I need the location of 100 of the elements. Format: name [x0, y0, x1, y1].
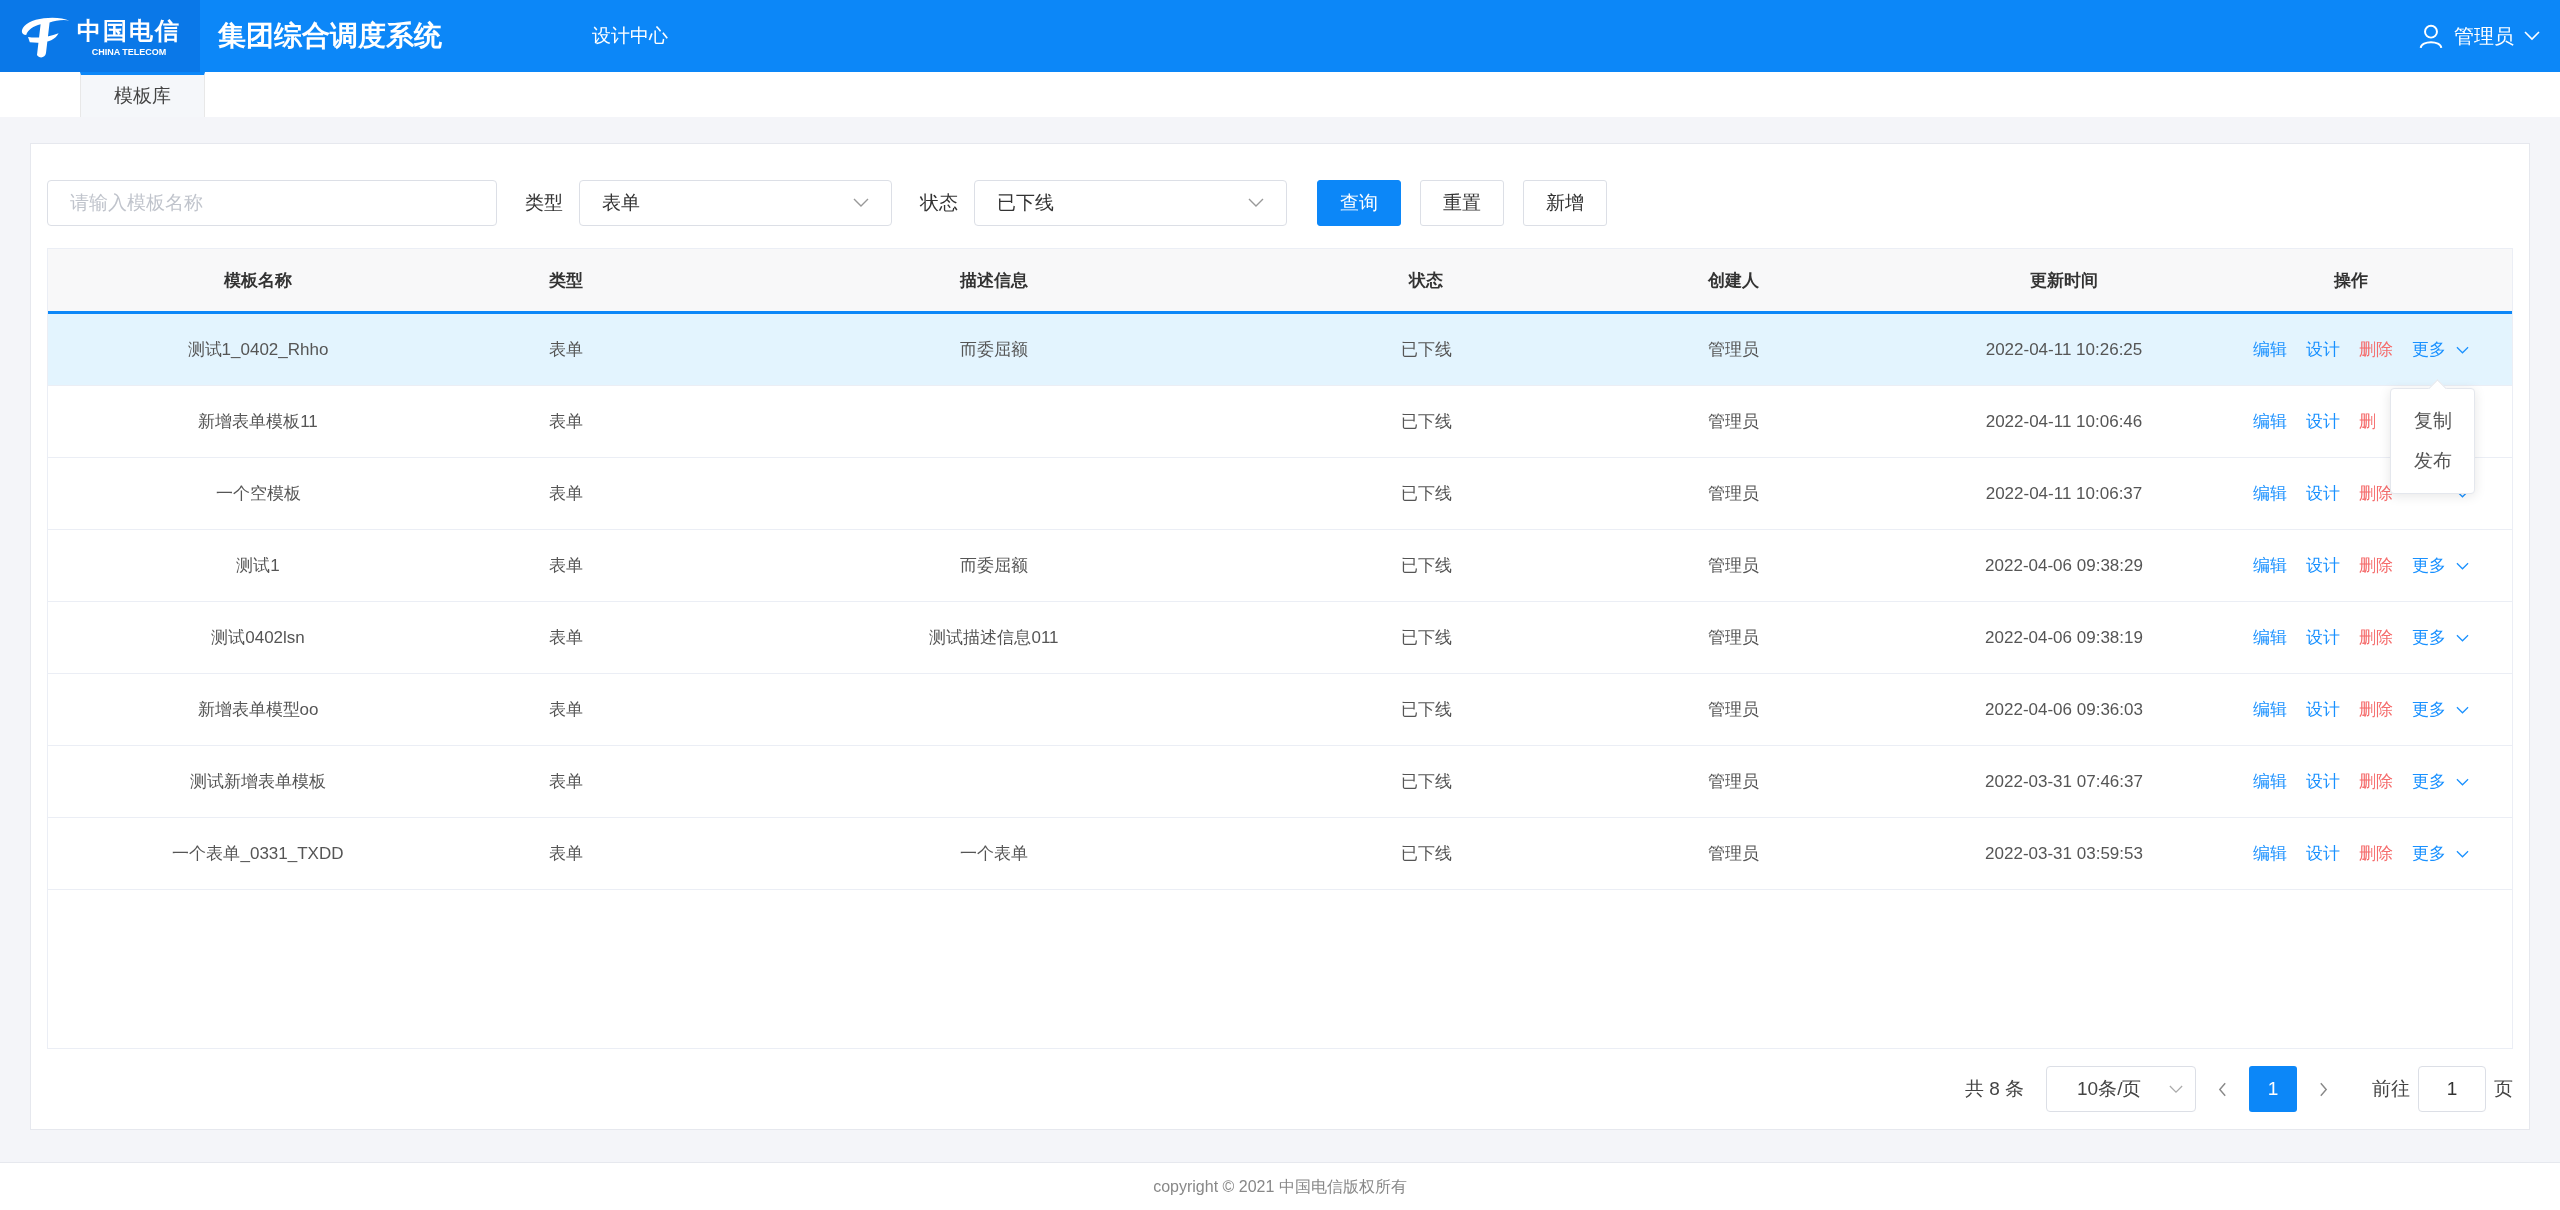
table-cell: 2022-04-06 09:38:19: [1985, 627, 2143, 648]
action-link[interactable]: 编辑: [2253, 482, 2287, 505]
table-cell-text: 表单: [549, 483, 583, 505]
tab[interactable]: 模板库: [80, 72, 205, 117]
more-link[interactable]: 更多: [2412, 842, 2446, 865]
previous-page-icon[interactable]: [2218, 1081, 2227, 1097]
column-header: 模板名称: [223, 269, 293, 292]
table-row[interactable]: 测试1_0402_Rhho 表单 而委屈额 已下线 管理员 2022-04-11 10:26:25 编辑 设计 删除 更多: [48, 314, 2512, 386]
table-cell-text: 测试新增表单模板: [190, 771, 326, 793]
type-select[interactable]: 表单: [579, 180, 892, 226]
table-cell: 2022-04-06 09:38:29: [1985, 555, 2143, 576]
table-cell: 2022-04-06 09:36:03: [1985, 699, 2143, 720]
action-link[interactable]: 设计: [2306, 770, 2340, 793]
table-cell: 2022-04-11 10:06:37: [1985, 483, 2143, 504]
table-cell-text: 而委屈额: [960, 339, 1028, 361]
delete-link[interactable]: 删除: [2359, 554, 2393, 577]
table-cell-text: 已下线: [1400, 699, 1452, 721]
action-link[interactable]: 编辑: [2253, 626, 2287, 649]
action-link[interactable]: 编辑: [2253, 770, 2287, 793]
chevron-down-icon[interactable]: [853, 198, 869, 208]
action-link[interactable]: 设计: [2306, 842, 2340, 865]
table-cell-text: 测试0402lsn: [211, 627, 305, 649]
action-link[interactable]: 编辑: [2253, 554, 2287, 577]
status-label: 状态: [920, 191, 958, 215]
action-link[interactable]: 编辑: [2253, 698, 2287, 721]
column-header: 类型: [548, 269, 584, 292]
total-count: 共 8 条: [1964, 1077, 2024, 1102]
more-link[interactable]: 更多: [2412, 626, 2446, 649]
delete-link[interactable]: 删除: [2359, 626, 2393, 649]
table-cell-text: 一个表单: [960, 843, 1028, 865]
table-cell-text: 已下线: [1400, 555, 1452, 577]
action-link[interactable]: 编辑: [2253, 338, 2287, 361]
query-button[interactable]: 查询: [1317, 180, 1401, 226]
status-select[interactable]: 已下线: [974, 180, 1287, 226]
goto-label: 前往: [2372, 1077, 2410, 1102]
table-cell-text: 表单: [549, 339, 583, 361]
chevron-down-icon[interactable]: [2456, 561, 2469, 570]
name-search-field[interactable]: 请输入模板名称: [47, 180, 497, 226]
page-button[interactable]: 1: [2249, 1066, 2297, 1113]
column-header: 状态: [1407, 269, 1444, 292]
user-name[interactable]: 管理员: [2454, 22, 2514, 50]
app-title: 集团综合调度系统: [218, 19, 442, 53]
table-cell-text: 表单: [549, 411, 583, 433]
table-cell-text: 表单: [549, 843, 583, 865]
page-suffix: 页: [2494, 1077, 2513, 1102]
table-cell-text: 管理员: [1707, 627, 1759, 649]
menu-item[interactable]: 复制: [2391, 401, 2474, 441]
table-cell-text: 管理员: [1707, 771, 1759, 793]
chevron-down-icon[interactable]: [2456, 705, 2469, 714]
table-cell-text: 管理员: [1707, 339, 1759, 361]
action-button[interactable]: 重置: [1420, 180, 1504, 226]
copyright-text: copyright © 2021 中国电信版权所有: [1153, 1176, 1407, 1197]
action-link[interactable]: 编辑: [2253, 842, 2287, 865]
action-link[interactable]: 设计: [2306, 698, 2340, 721]
chevron-down-icon[interactable]: [2456, 777, 2469, 786]
page-input[interactable]: 1: [2418, 1066, 2486, 1113]
table-cell-text: 表单: [549, 555, 583, 577]
action-link[interactable]: 设计: [2306, 554, 2340, 577]
chevron-down-icon[interactable]: [2169, 1084, 2183, 1094]
delete-link[interactable]: 删除: [2359, 338, 2393, 361]
action-link[interactable]: 设计: [2306, 410, 2340, 433]
delete-link[interactable]: 删除: [2359, 842, 2393, 865]
chevron-down-icon[interactable]: [1248, 198, 1264, 208]
more-link[interactable]: 更多: [2412, 770, 2446, 793]
more-link[interactable]: 更多: [2412, 554, 2446, 577]
column-header: 更新时间: [2029, 269, 2099, 292]
table-cell-text: 测试描述信息011: [929, 627, 1059, 649]
table-cell-text: 表单: [549, 627, 583, 649]
type-label: 类型: [525, 191, 563, 215]
nav-link[interactable]: 设计中心: [592, 23, 668, 49]
chevron-down-icon[interactable]: [2456, 633, 2469, 642]
table-cell-text: 表单: [549, 771, 583, 793]
action-link[interactable]: 设计: [2306, 338, 2340, 361]
delete-link[interactable]: 删除: [2359, 698, 2393, 721]
column-header: 描述信息: [958, 269, 1029, 292]
table-cell-text: 而委屈额: [960, 555, 1028, 577]
table-cell-text: 已下线: [1400, 411, 1452, 433]
table-cell-text: 已下线: [1400, 843, 1452, 865]
table-cell-text: 测试1: [236, 555, 280, 577]
table-cell-text: 已下线: [1400, 483, 1452, 505]
chevron-down-icon[interactable]: [2456, 849, 2469, 858]
table-cell-text: 已下线: [1400, 627, 1452, 649]
table-cell-text: 已下线: [1400, 771, 1452, 793]
page-size-select[interactable]: 10条/页: [2046, 1066, 2196, 1113]
action-button[interactable]: 新增: [1523, 180, 1607, 226]
action-link[interactable]: 编辑: [2253, 410, 2287, 433]
more-link[interactable]: 更多: [2412, 698, 2446, 721]
column-header: 创建人: [1706, 269, 1760, 292]
table-cell: 2022-04-11 10:06:46: [1985, 411, 2143, 432]
action-link[interactable]: 设计: [2306, 482, 2340, 505]
table-cell: 2022-03-31 03:59:53: [1985, 843, 2143, 864]
table-cell-text: 管理员: [1707, 699, 1759, 721]
delete-link[interactable]: 删除: [2359, 770, 2393, 793]
delete-link[interactable]: 删: [2359, 410, 2376, 433]
delete-link[interactable]: 删除: [2359, 482, 2393, 505]
chevron-down-icon[interactable]: [2456, 345, 2469, 354]
more-link[interactable]: 更多: [2412, 338, 2446, 361]
action-link[interactable]: 设计: [2306, 626, 2340, 649]
user-icon[interactable]: [2418, 23, 2444, 49]
next-page-icon[interactable]: [2319, 1081, 2328, 1097]
